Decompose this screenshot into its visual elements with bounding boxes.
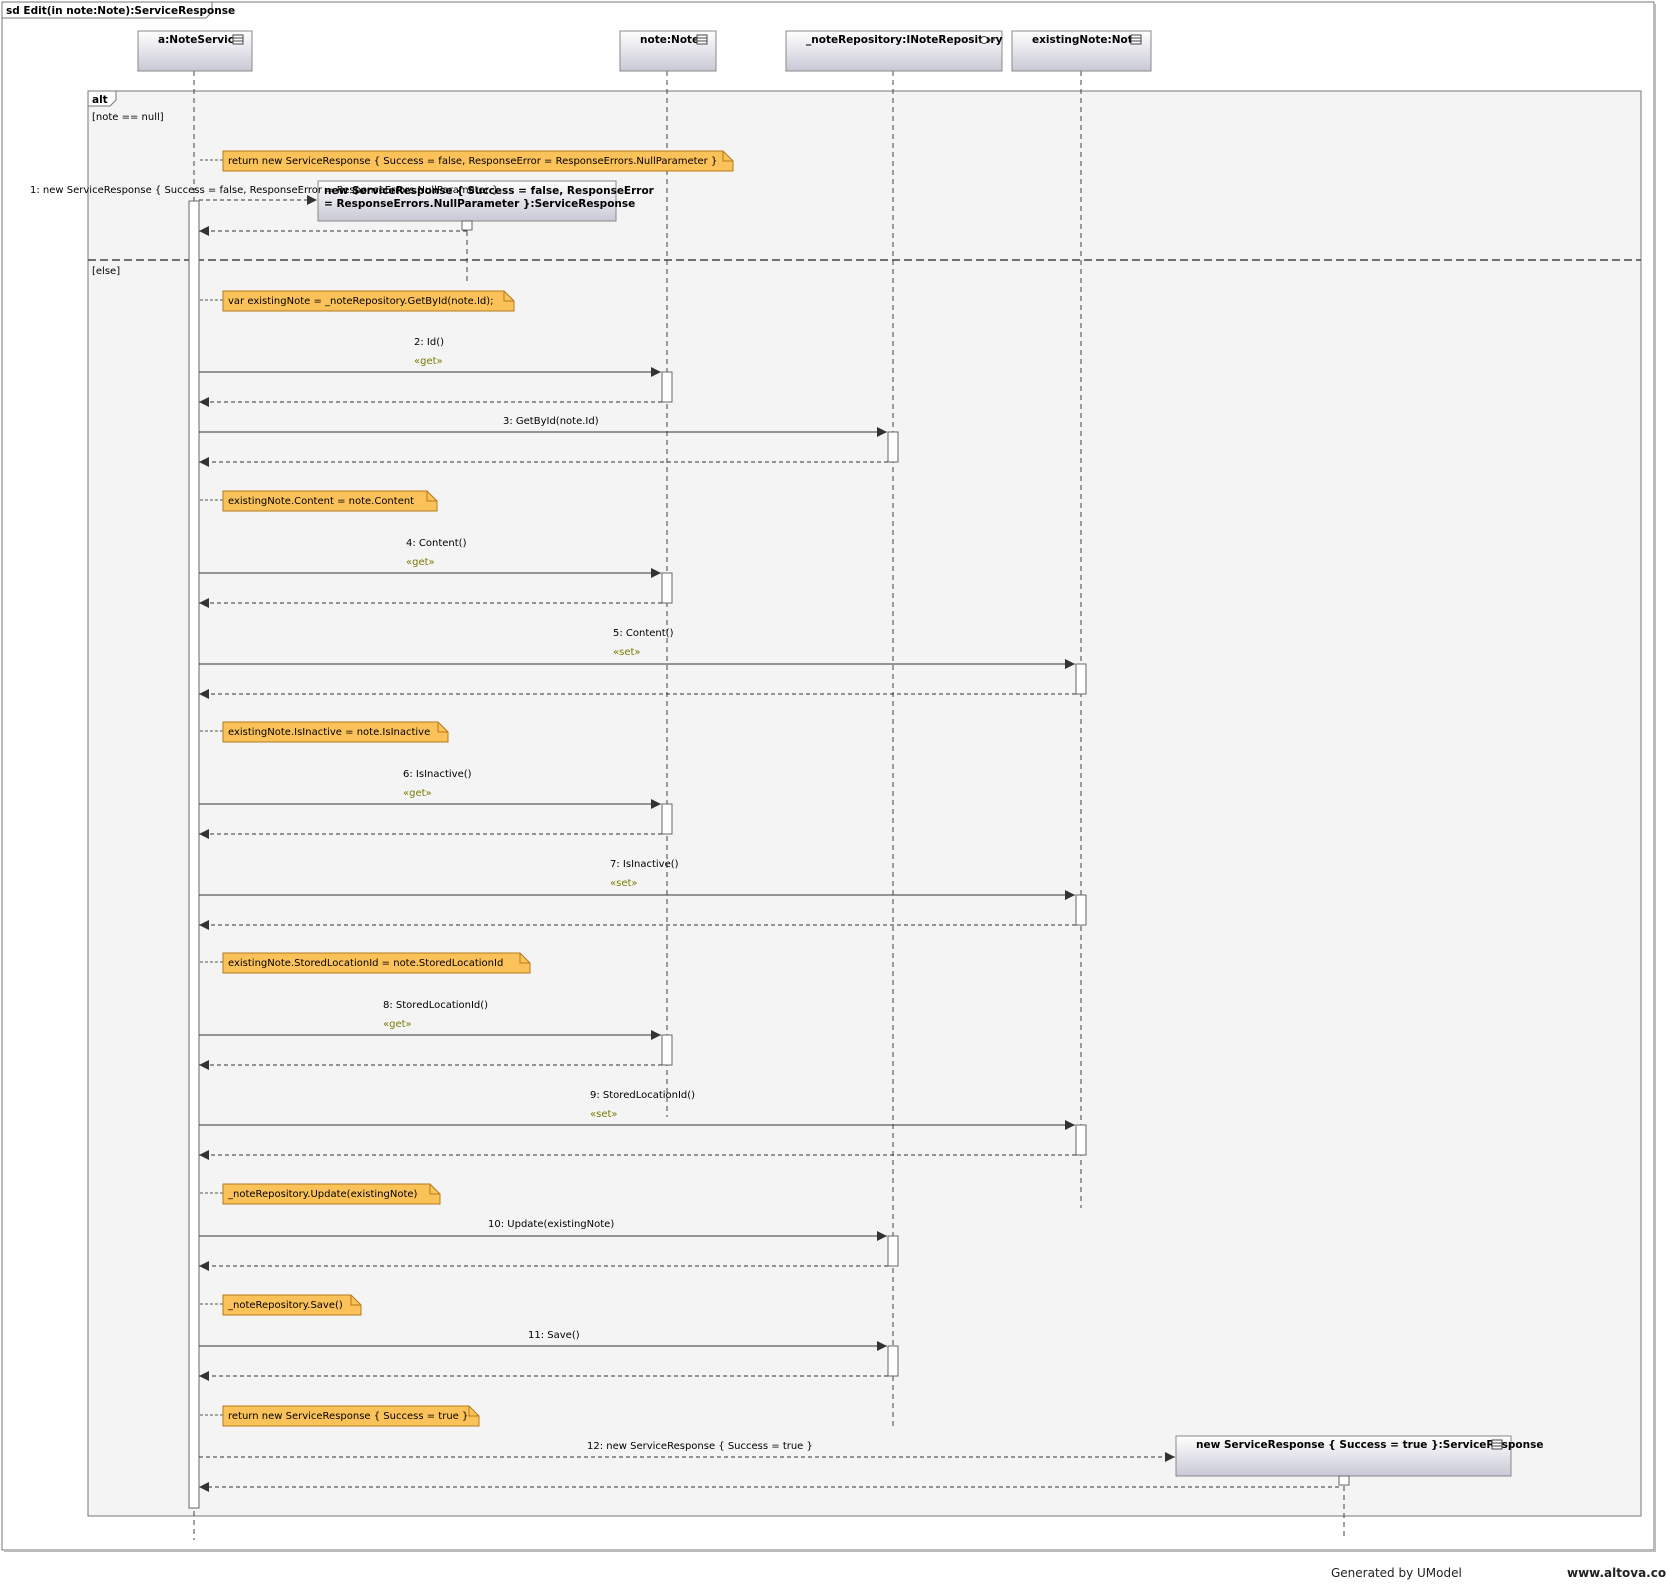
class-icon bbox=[1491, 1439, 1503, 1450]
footer-site[interactable]: www.altova.com bbox=[1567, 1566, 1666, 1580]
lifeline-note-label: note:Note bbox=[640, 34, 699, 46]
class-icon bbox=[696, 34, 708, 45]
note-isinactive-assign-text: existingNote.IsInactive = note.IsInactiv… bbox=[228, 727, 430, 738]
message-9-label: 9: StoredLocationId() bbox=[590, 1090, 695, 1101]
lifeline-svc-label: a:NoteService bbox=[158, 34, 241, 46]
note-content-assign-text: existingNote.Content = note.Content bbox=[228, 496, 414, 507]
message-11-label: 11: Save() bbox=[528, 1330, 580, 1341]
message-8-label: 8: StoredLocationId() bbox=[383, 1000, 488, 1011]
lifeline-head-repo[interactable]: _noteRepository:INoteRepository bbox=[785, 30, 1003, 72]
message-5-stereotype: «set» bbox=[613, 647, 641, 658]
activation-note-8 bbox=[661, 1034, 673, 1066]
activation-repo-10 bbox=[887, 1235, 899, 1267]
created-object-true-activation bbox=[1338, 1475, 1350, 1486]
note-return-true[interactable]: return new ServiceResponse { Success = t… bbox=[200, 1405, 480, 1427]
created-object-true-line1: new ServiceResponse { Success = true }:S… bbox=[1196, 1439, 1543, 1451]
note-save[interactable]: _noteRepository.Save() bbox=[200, 1294, 362, 1316]
note-storedlocation-assign[interactable]: existingNote.StoredLocationId = note.Sto… bbox=[200, 952, 531, 974]
message-8-stereotype: «get» bbox=[383, 1019, 412, 1030]
note-return-false[interactable]: return new ServiceResponse { Success = f… bbox=[200, 150, 734, 172]
message-1-label: 1: new ServiceResponse { Success = false… bbox=[30, 185, 498, 196]
class-icon bbox=[232, 34, 244, 45]
message-6-label: 6: IsInactive() bbox=[403, 769, 472, 780]
note-return-false-text: return new ServiceResponse { Success = f… bbox=[228, 156, 717, 167]
guard-else: [else] bbox=[92, 266, 120, 277]
note-get-by-id-text: var existingNote = _noteRepository.GetBy… bbox=[228, 296, 494, 307]
activation-existing-7 bbox=[1075, 894, 1087, 926]
message-4-stereotype: «get» bbox=[406, 557, 435, 568]
lifeline-head-note[interactable]: note:Note bbox=[619, 30, 717, 72]
activation-repo-3 bbox=[887, 431, 899, 463]
message-2-stereotype: «get» bbox=[414, 356, 443, 367]
note-save-text: _noteRepository.Save() bbox=[227, 1300, 343, 1311]
message-4-label: 4: Content() bbox=[406, 538, 467, 549]
note-update-text: _noteRepository.Update(existingNote) bbox=[227, 1189, 418, 1200]
message-7-label: 7: IsInactive() bbox=[610, 859, 679, 870]
activation-note-6 bbox=[661, 803, 673, 835]
note-storedlocation-assign-text: existingNote.StoredLocationId = note.Sto… bbox=[228, 958, 503, 969]
diagram-title: sd Edit(in note:Note):ServiceResponse bbox=[6, 5, 235, 17]
activation-repo-11 bbox=[887, 1345, 899, 1377]
alt-operator-label: alt bbox=[92, 94, 108, 106]
message-7-stereotype: «set» bbox=[610, 878, 638, 889]
note-get-by-id[interactable]: var existingNote = _noteRepository.GetBy… bbox=[200, 290, 515, 312]
activation-existing-5 bbox=[1075, 663, 1087, 695]
lifeline-repo-label: _noteRepository:INoteRepository bbox=[806, 34, 1003, 46]
message-12-label: 12: new ServiceResponse { Success = true… bbox=[587, 1441, 813, 1452]
message-5-label: 5: Content() bbox=[613, 628, 674, 639]
guard-note-null: [note == null] bbox=[92, 112, 164, 123]
lifeline-head-svc[interactable]: a:NoteService bbox=[137, 30, 253, 72]
lifeline-existing-label: existingNote:Note bbox=[1032, 34, 1140, 46]
message-10-label: 10: Update(existingNote) bbox=[488, 1219, 614, 1230]
activation-svc bbox=[188, 200, 200, 1509]
message-2-label: 2: Id() bbox=[414, 337, 444, 348]
message-6-stereotype: «get» bbox=[403, 788, 432, 799]
activation-note-2 bbox=[661, 371, 673, 403]
created-object-false-line2: = ResponseErrors.NullParameter }:Service… bbox=[324, 198, 635, 210]
activation-note-4 bbox=[661, 572, 673, 604]
note-update[interactable]: _noteRepository.Update(existingNote) bbox=[200, 1183, 441, 1205]
created-object-false-activation bbox=[461, 220, 473, 231]
sequence-diagram: sd Edit(in note:Note):ServiceResponse al… bbox=[1, 1, 1666, 1580]
activation-existing-9 bbox=[1075, 1124, 1087, 1156]
message-9-stereotype: «set» bbox=[590, 1109, 618, 1120]
footer-generated-by: Generated by UModel bbox=[1331, 1566, 1462, 1580]
note-isinactive-assign[interactable]: existingNote.IsInactive = note.IsInactiv… bbox=[200, 721, 449, 743]
message-3-label: 3: GetById(note.Id) bbox=[503, 416, 599, 427]
lifeline-head-existing[interactable]: existingNote:Note bbox=[1011, 30, 1152, 72]
note-return-true-text: return new ServiceResponse { Success = t… bbox=[228, 1411, 468, 1422]
class-icon bbox=[1130, 34, 1142, 45]
note-content-assign[interactable]: existingNote.Content = note.Content bbox=[200, 490, 438, 512]
